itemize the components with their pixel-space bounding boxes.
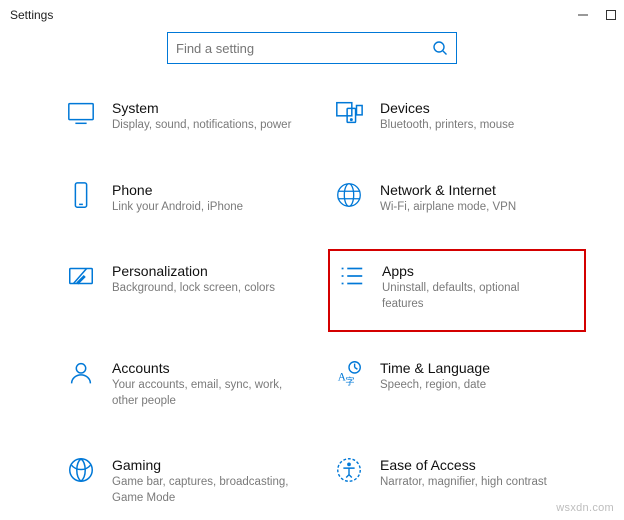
personalization-icon (66, 261, 96, 291)
tile-subtitle: Bluetooth, printers, mouse (380, 118, 514, 134)
tile-subtitle: Display, sound, notifications, power (112, 118, 291, 134)
tile-title: Time & Language (380, 360, 490, 376)
tile-title: System (112, 100, 291, 116)
svg-text:字: 字 (345, 375, 354, 386)
tile-time-language[interactable]: A字 Time & Language Speech, region, date (328, 354, 586, 413)
tile-accounts[interactable]: Accounts Your accounts, email, sync, wor… (60, 354, 318, 413)
tile-title: Ease of Access (380, 457, 547, 473)
tile-title: Devices (380, 100, 514, 116)
search-container (0, 32, 624, 64)
accounts-icon (66, 358, 96, 388)
tile-title: Phone (112, 182, 243, 198)
search-icon (432, 40, 448, 56)
gaming-icon (66, 455, 96, 485)
tile-subtitle: Speech, region, date (380, 378, 490, 394)
tile-title: Accounts (112, 360, 292, 376)
tile-subtitle: Game bar, captures, broadcasting, Game M… (112, 475, 292, 506)
tile-devices[interactable]: Devices Bluetooth, printers, mouse (328, 94, 586, 138)
settings-grid: System Display, sound, notifications, po… (0, 94, 624, 510)
tile-system[interactable]: System Display, sound, notifications, po… (60, 94, 318, 138)
search-input[interactable] (176, 41, 432, 56)
tile-subtitle: Link your Android, iPhone (112, 200, 243, 216)
search-box[interactable] (167, 32, 457, 64)
tile-title: Apps (382, 263, 562, 279)
tile-title: Gaming (112, 457, 292, 473)
time-language-icon: A字 (334, 358, 364, 388)
tile-apps[interactable]: Apps Uninstall, defaults, optional featu… (328, 249, 586, 332)
apps-icon (336, 261, 366, 291)
tile-subtitle: Wi-Fi, airplane mode, VPN (380, 200, 516, 216)
tile-phone[interactable]: Phone Link your Android, iPhone (60, 176, 318, 220)
tile-title: Network & Internet (380, 182, 516, 198)
titlebar: Settings (0, 0, 624, 30)
watermark: wsxdn.com (556, 502, 614, 514)
tile-subtitle: Background, lock screen, colors (112, 281, 275, 297)
system-icon (66, 98, 96, 128)
tile-ease-of-access[interactable]: Ease of Access Narrator, magnifier, high… (328, 451, 586, 510)
network-icon (334, 180, 364, 210)
window-title: Settings (10, 8, 53, 22)
ease-of-access-icon (334, 455, 364, 485)
tile-subtitle: Narrator, magnifier, high contrast (380, 475, 547, 491)
tile-network[interactable]: Network & Internet Wi-Fi, airplane mode,… (328, 176, 586, 220)
tile-personalization[interactable]: Personalization Background, lock screen,… (60, 257, 318, 316)
window-controls (576, 8, 618, 22)
tile-gaming[interactable]: Gaming Game bar, captures, broadcasting,… (60, 451, 318, 510)
tile-subtitle: Uninstall, defaults, optional features (382, 281, 562, 312)
tile-subtitle: Your accounts, email, sync, work, other … (112, 378, 292, 409)
tile-title: Personalization (112, 263, 275, 279)
phone-icon (66, 180, 96, 210)
devices-icon (334, 98, 364, 128)
maximize-button[interactable] (604, 8, 618, 22)
minimize-button[interactable] (576, 8, 590, 22)
